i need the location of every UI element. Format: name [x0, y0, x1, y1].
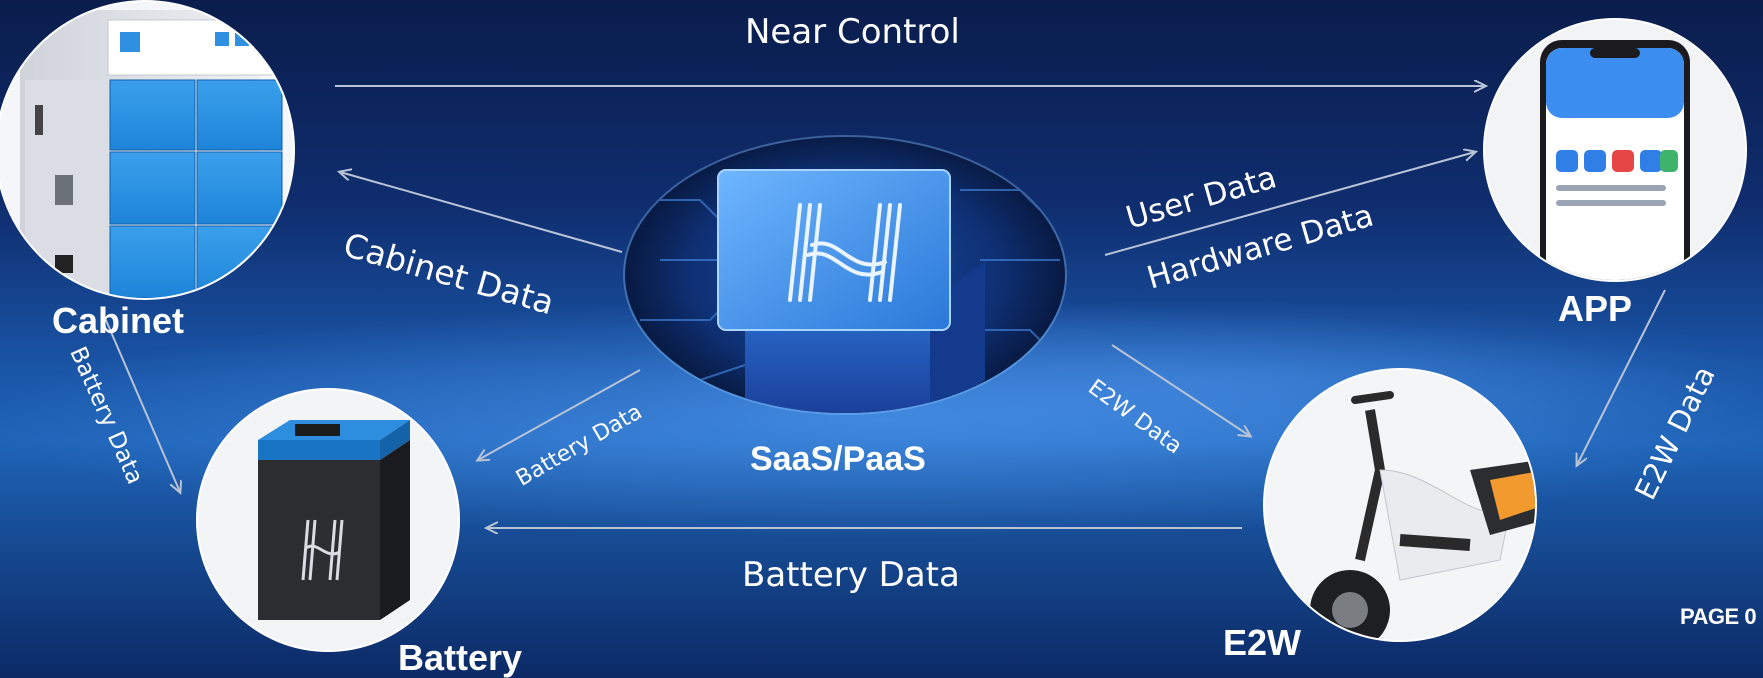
battery-label: Battery — [398, 637, 523, 678]
e2w-label: E2W — [1223, 622, 1302, 663]
app-label: APP — [1558, 288, 1633, 329]
cabinet-node-image — [0, 0, 295, 300]
diagram-canvas: Near Control Cabinet Data User Data Hard… — [0, 0, 1763, 678]
page-number-tag: PAGE 0 — [1680, 604, 1757, 629]
saas-paas-label: SaaS/PaaS — [750, 440, 926, 478]
battery-data-bottom-label: Battery Data — [742, 555, 960, 595]
near-control-label: Near Control — [745, 12, 960, 52]
app-node-image — [1483, 18, 1747, 282]
cabinet-label: Cabinet — [52, 300, 185, 341]
battery-node-image — [196, 388, 460, 652]
